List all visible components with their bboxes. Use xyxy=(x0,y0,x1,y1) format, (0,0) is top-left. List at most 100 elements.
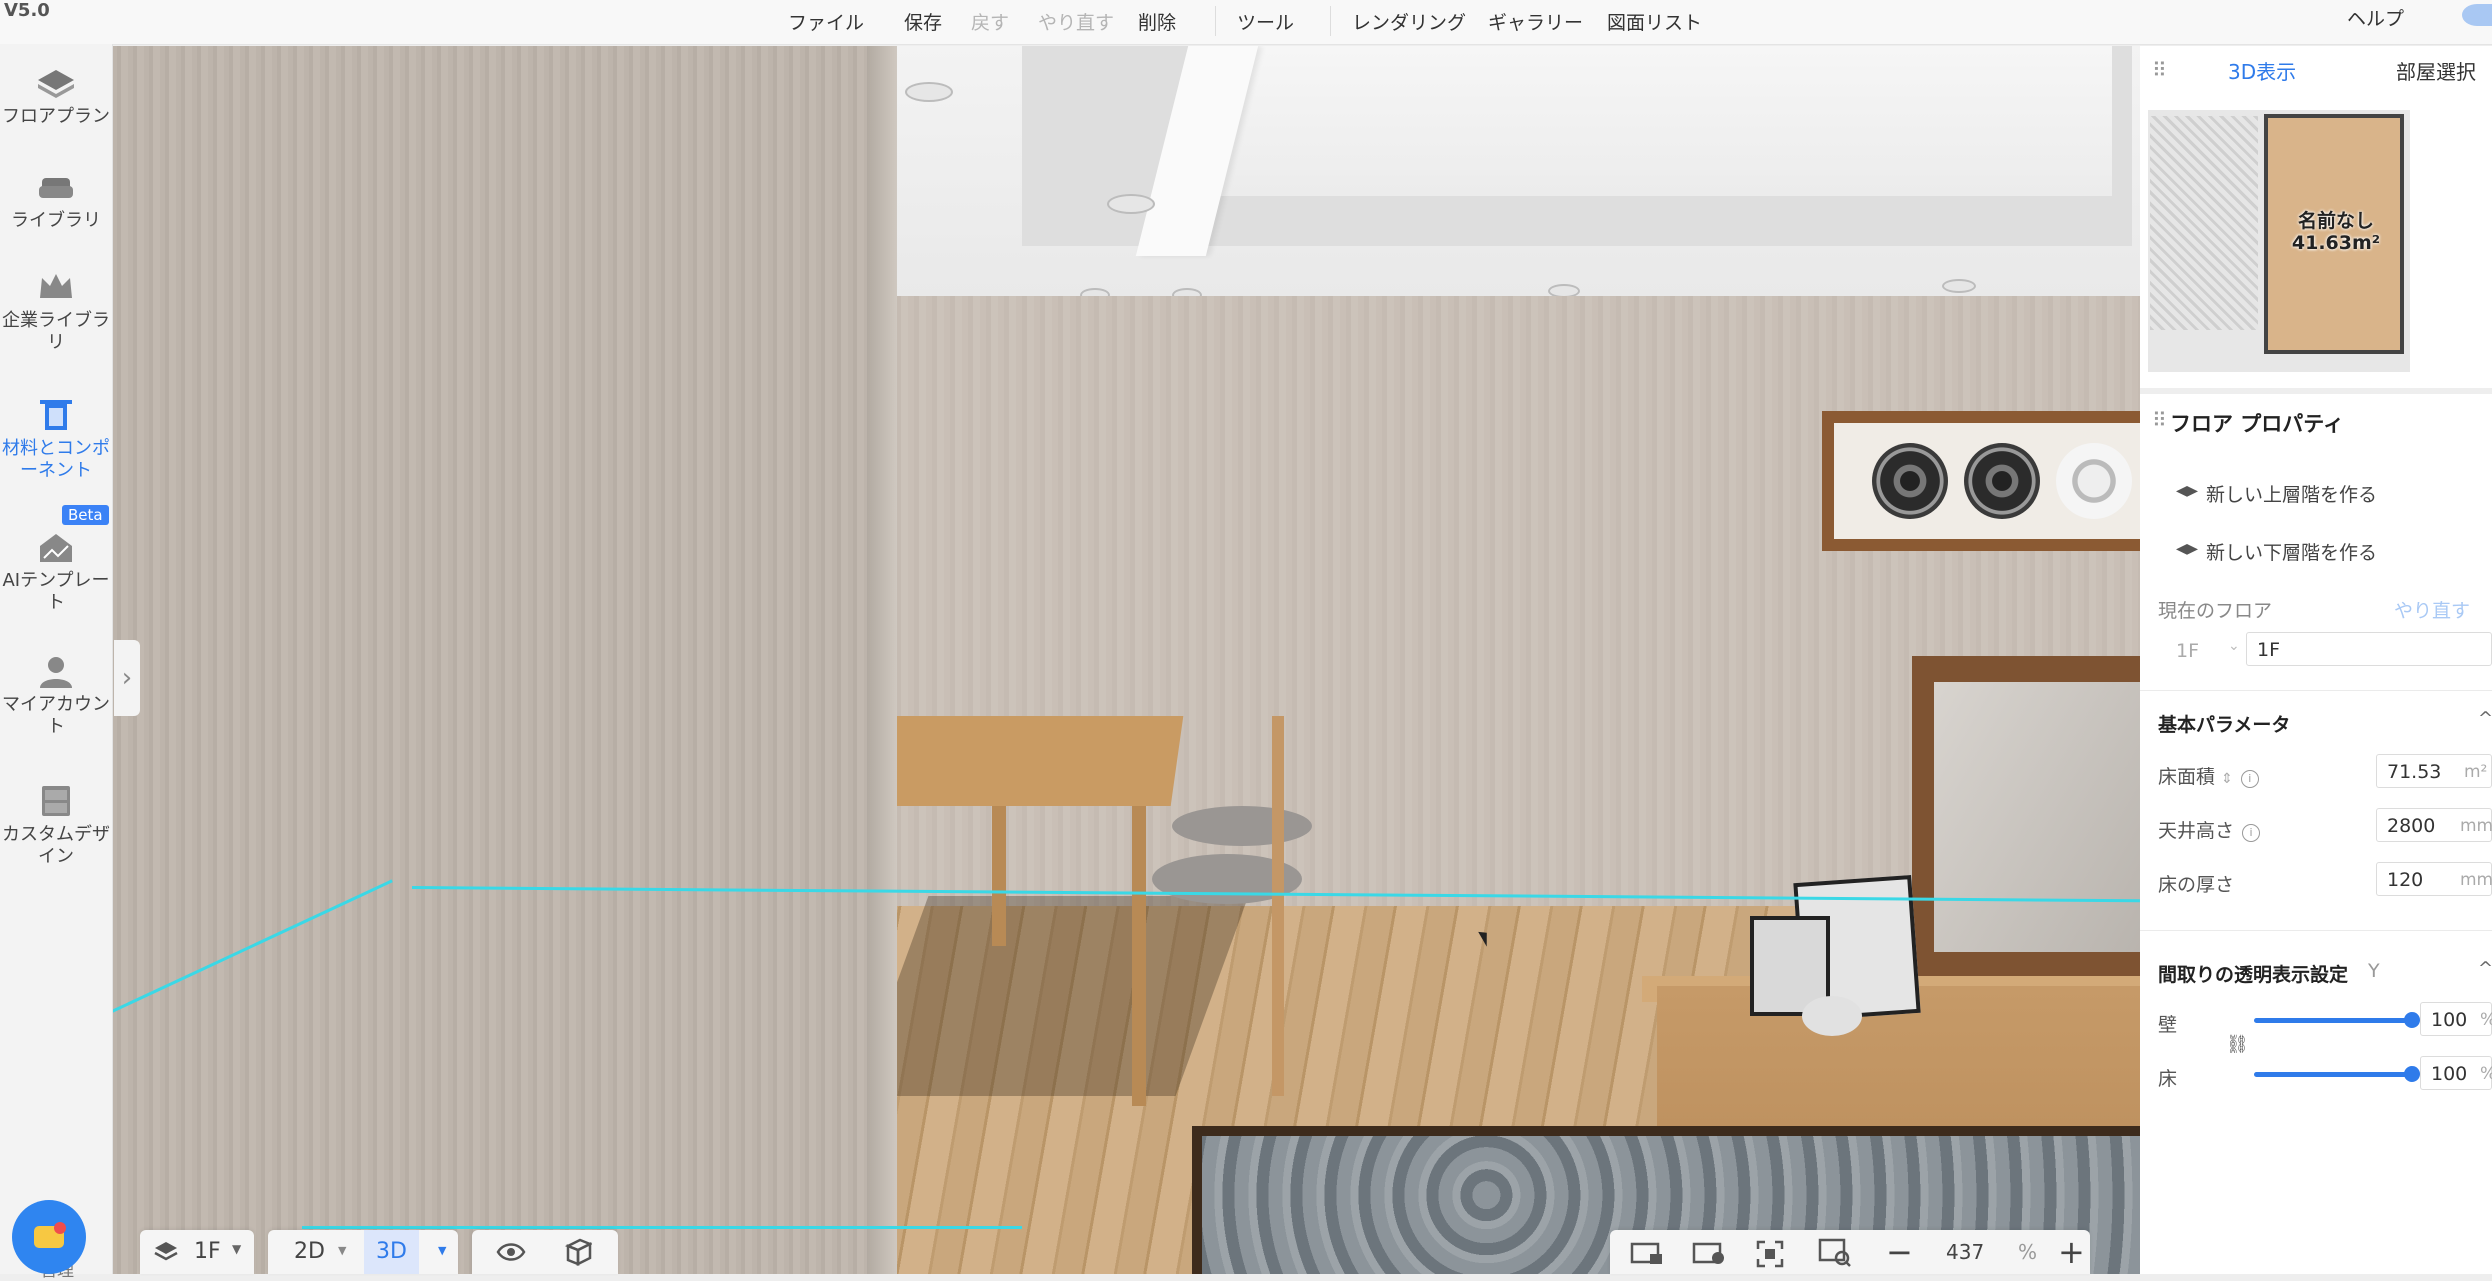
plate-decor xyxy=(1872,443,1948,519)
new-upper-floor-button[interactable]: 新しい上層階を作る xyxy=(2176,480,2377,507)
notification-badge xyxy=(54,1222,66,1234)
floor-select[interactable]: 1F xyxy=(2176,640,2199,662)
sidebar-item-materials[interactable]: 材料とコンポーネント xyxy=(0,398,112,482)
menu-file[interactable]: ファイル xyxy=(788,8,864,35)
camera-settings-icon[interactable] xyxy=(1692,1240,1726,1270)
room-name: 名前なし xyxy=(2297,210,2374,232)
sofa-icon xyxy=(39,178,73,198)
sidebar-item-custom-design[interactable]: カスタムデザイン xyxy=(0,784,112,868)
chevron-up-icon[interactable]: ^ xyxy=(2478,958,2492,979)
floor-switcher[interactable]: 1F ▼ xyxy=(140,1230,254,1274)
sidebar-item-label: マイアカウント xyxy=(2,694,110,737)
3d-viewport[interactable] xyxy=(112,46,2140,1274)
menu-drawing-list[interactable]: 図面リスト xyxy=(1607,8,1702,35)
ceiling-light xyxy=(1107,194,1155,214)
avatar[interactable] xyxy=(2462,4,2492,26)
zoom-level[interactable]: 437 xyxy=(1946,1230,1984,1274)
chair-seat[interactable] xyxy=(1172,806,1312,846)
zoom-out-button[interactable]: − xyxy=(1886,1230,1913,1274)
button-label: 新しい下層階を作る xyxy=(2206,542,2378,564)
front-wall xyxy=(112,46,897,1274)
wall-slider-track[interactable] xyxy=(2254,1018,2410,1023)
floor-area-label: 床面積 ⇕ i xyxy=(2158,762,2259,789)
room-area: 41.63m² xyxy=(2291,232,2381,254)
cabinet-glass xyxy=(1934,682,2140,952)
menu-help[interactable]: ヘルプ xyxy=(2347,4,2404,31)
floor-label: 床 xyxy=(2158,1068,2178,1090)
potted-plant[interactable] xyxy=(1802,996,1862,1036)
percent-label: % xyxy=(2480,1010,2492,1030)
zoom-in-button[interactable]: + xyxy=(2058,1230,2085,1274)
redo-link[interactable]: やり直す xyxy=(2394,596,2470,623)
menu-tools[interactable]: ツール xyxy=(1237,8,1294,35)
current-floor-label: 現在のフロア xyxy=(2158,600,2273,622)
layers-icon xyxy=(154,1240,178,1264)
wall-slider-thumb[interactable] xyxy=(2404,1012,2420,1028)
view-mode-switcher: 2D ▼ 3D ▼ xyxy=(268,1230,458,1274)
view-3d-button[interactable]: 3D xyxy=(364,1230,419,1274)
tab-room-select[interactable]: 部屋選択 xyxy=(2396,56,2476,85)
door-icon xyxy=(40,400,72,430)
floor-slider-track[interactable] xyxy=(2254,1072,2410,1077)
wall-picture[interactable] xyxy=(1822,411,2140,551)
zoom-unit: % xyxy=(2018,1240,2038,1264)
info-icon[interactable]: i xyxy=(2240,770,2259,788)
sidebar-item-enterprise-library[interactable]: 企業ライブラリ xyxy=(0,270,112,354)
caret-down-icon: ▼ xyxy=(438,1244,447,1257)
sidebar-item-label: 企業ライブラリ xyxy=(2,310,110,353)
sidebar-expand-button[interactable]: › xyxy=(114,640,140,716)
menu-save[interactable]: 保存 xyxy=(904,8,942,35)
ceiling-recess-inner xyxy=(1212,46,2112,196)
caret-down-icon: ▼ xyxy=(232,1242,242,1256)
unit-label: mm xyxy=(2460,870,2492,890)
tab-3d-view[interactable]: 3D表示 xyxy=(2228,56,2296,85)
new-lower-floor-button[interactable]: 新しい下層階を作る xyxy=(2176,538,2377,565)
camera-view-icon[interactable] xyxy=(1630,1240,1664,1270)
menu-redo[interactable]: やり直す xyxy=(1038,8,1114,35)
plate-decor xyxy=(2056,443,2132,519)
app-version: V5.0 xyxy=(4,0,50,21)
percent-label: % xyxy=(2480,1064,2492,1084)
shortcut-hint: Y xyxy=(2368,960,2380,982)
cube-icon[interactable] xyxy=(562,1238,594,1270)
floor-name-input[interactable]: 1F xyxy=(2246,632,2492,666)
caret-down-icon: ▼ xyxy=(338,1244,347,1257)
wall-label: 壁 xyxy=(2158,1014,2178,1036)
menu-rendering[interactable]: レンダリング xyxy=(1352,8,1466,35)
chair-back xyxy=(1272,716,1284,1096)
link-icon[interactable]: ⛓ xyxy=(2226,1034,2249,1055)
sort-icon[interactable]: ⇕ xyxy=(2221,771,2233,787)
dining-table[interactable] xyxy=(880,716,1184,806)
minimap-room-label: 名前なし 41.63m² xyxy=(2276,210,2396,254)
focus-icon[interactable] xyxy=(1756,1240,1784,1272)
sidebar-item-my-account[interactable]: マイアカウント xyxy=(0,654,112,738)
floor-slider-thumb[interactable] xyxy=(2404,1066,2420,1082)
sidebar-item-library[interactable]: ライブラリ xyxy=(0,170,112,232)
panel-title: フロア プロパティ xyxy=(2170,412,2345,436)
view-2d-button[interactable]: 2D xyxy=(294,1230,325,1274)
minimap-adjacent-room xyxy=(2150,116,2258,330)
divider xyxy=(2140,690,2492,691)
sidebar-item-label: フロアプラン xyxy=(2,106,110,127)
menu-gallery[interactable]: ギャラリー xyxy=(1488,8,1583,35)
menu-delete[interactable]: 削除 xyxy=(1138,8,1176,35)
layers-add-icon xyxy=(2176,486,2198,497)
floorplan-icon xyxy=(38,70,74,98)
info-icon[interactable]: i xyxy=(2242,824,2261,842)
transparency-title: 間取りの透明表示設定 xyxy=(2158,964,2349,986)
sidebar-item-ai-template[interactable]: AIテンプレート xyxy=(0,530,112,614)
drag-handle-icon[interactable]: ⠿ xyxy=(2152,408,2167,432)
sidebar-item-label: AIテンプレート xyxy=(2,570,110,613)
chevron-up-icon[interactable]: ^ xyxy=(2478,708,2492,729)
menu-undo[interactable]: 戻す xyxy=(971,8,1009,35)
ceiling-height-label: 天井高さ i xyxy=(2158,816,2261,843)
floor-thickness-label: 床の厚さ xyxy=(2158,874,2235,896)
sidebar-item-floorplan[interactable]: フロアプラン xyxy=(0,66,112,128)
eye-icon[interactable] xyxy=(496,1240,526,1268)
zoom-fit-icon[interactable] xyxy=(1818,1238,1852,1272)
chevron-down-icon: ⌄ xyxy=(2228,638,2240,654)
user-icon xyxy=(40,657,72,688)
drag-handle-icon[interactable]: ⠿ xyxy=(2152,58,2167,82)
menu-separator xyxy=(1330,6,1331,36)
table-leg xyxy=(992,806,1006,946)
